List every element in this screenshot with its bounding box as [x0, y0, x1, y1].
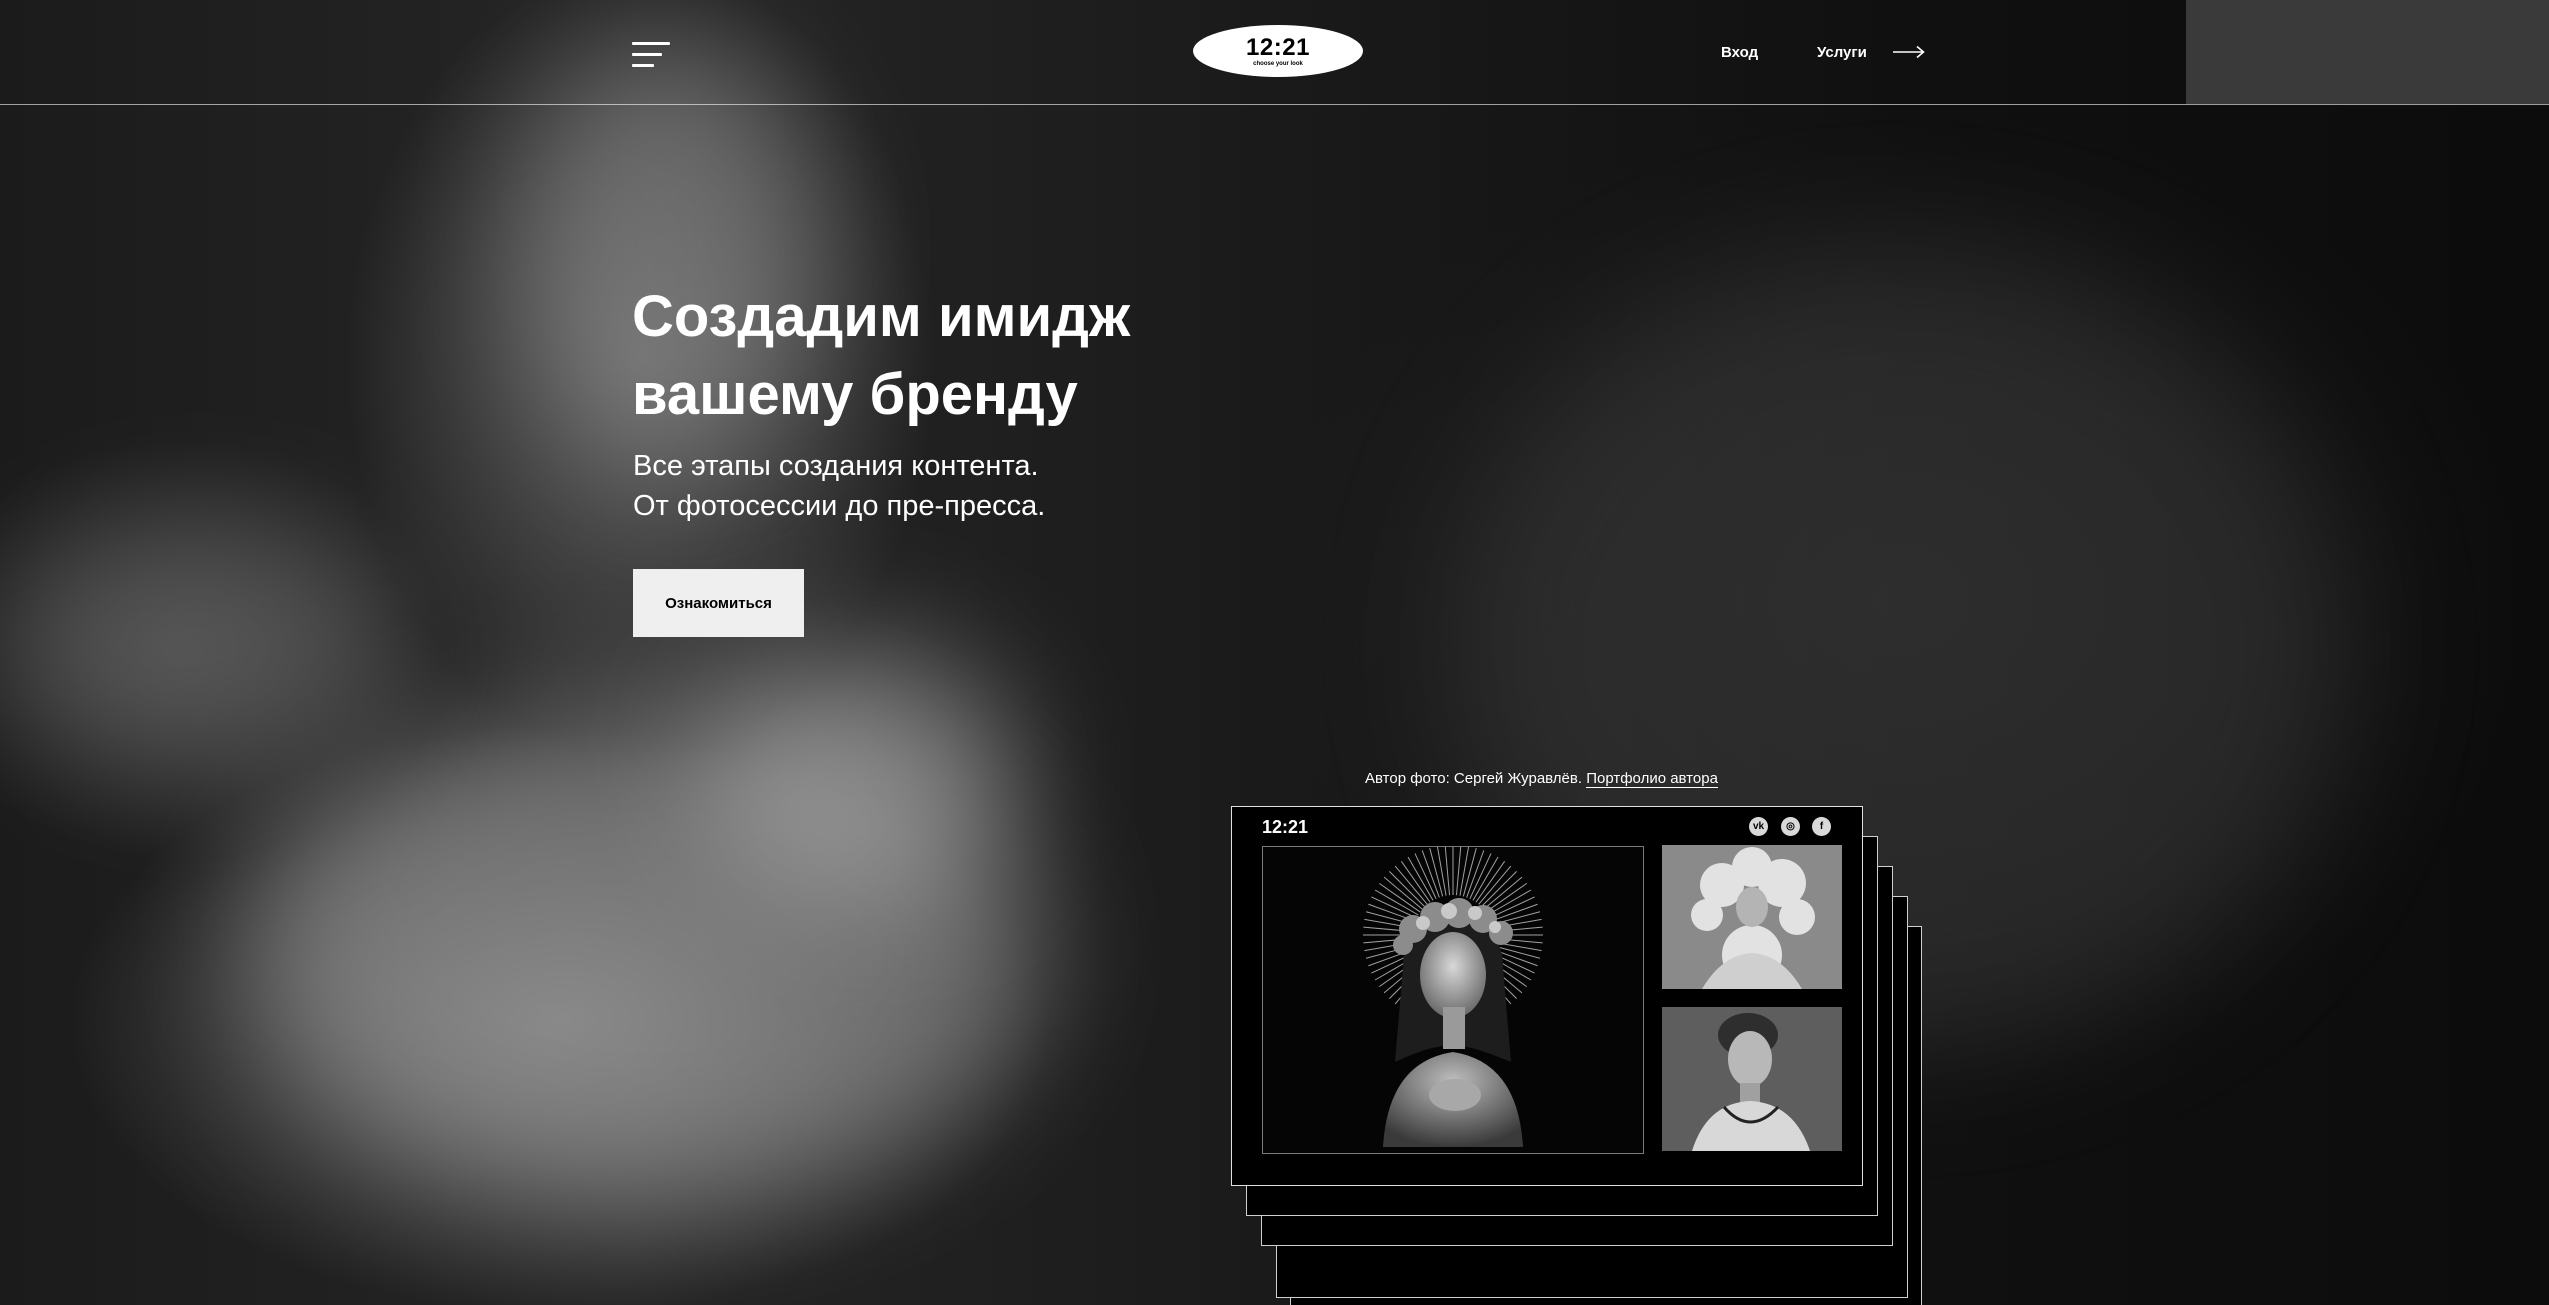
preview-small-photo: [1662, 845, 1842, 989]
author-portfolio-link[interactable]: Портфолио автора: [1586, 770, 1718, 788]
landing-page: 12:21 choose your look Вход Услуги Созда…: [0, 0, 2549, 1305]
site-logo[interactable]: 12:21 choose your look: [1193, 25, 1363, 77]
photo-credit-text: Автор фото: Сергей Журавлёв.: [1365, 770, 1583, 787]
hero-subtitle: Все этапы создания контента. От фотосесс…: [633, 446, 1045, 526]
hero-title-line: Создадим имидж: [632, 284, 1131, 349]
learn-more-button[interactable]: Ознакомиться: [633, 569, 804, 637]
hero-title-line: вашему бренду: [632, 362, 1078, 427]
preview-logo: 12:21: [1262, 817, 1309, 837]
background-photo-shoulder: [250, 700, 1050, 1200]
logo-text: 12:21: [1246, 34, 1310, 61]
arrow-right-icon[interactable]: [1893, 45, 1925, 59]
facebook-icon[interactable]: f: [1812, 817, 1831, 836]
instagram-icon[interactable]: ◎: [1781, 817, 1800, 836]
hero-subtitle-line: От фотосессии до пре-пресса.: [633, 490, 1046, 522]
site-header: 12:21 choose your look Вход Услуги: [0, 0, 2549, 105]
hero-title: Создадим имидж вашему бренду: [632, 278, 1352, 434]
hero-subtitle-line: Все этапы создания контента.: [633, 450, 1039, 482]
preview-small-photo: [1662, 1007, 1842, 1151]
services-link[interactable]: Услуги: [1817, 44, 1867, 61]
header-side-panel: [2186, 0, 2549, 104]
background-photo-collar: [700, 640, 1020, 900]
preview-main-photo: [1262, 846, 1644, 1154]
photo-credit: Автор фото: Сергей Журавлёв. Портфолио а…: [1365, 770, 1718, 788]
login-link[interactable]: Вход: [1721, 44, 1758, 61]
background-photo-arm: [0, 520, 400, 770]
logo-tagline: choose your look: [1253, 61, 1303, 67]
vk-icon[interactable]: vk: [1749, 817, 1768, 836]
portfolio-preview-screen[interactable]: 12:21 vk ◎ f: [1231, 806, 1863, 1186]
hamburger-menu-icon[interactable]: [632, 38, 672, 70]
